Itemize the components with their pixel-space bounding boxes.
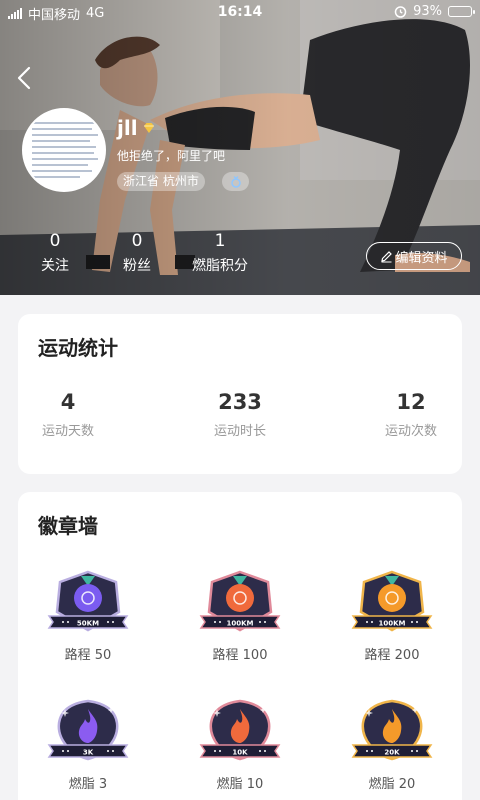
badge-distance-100[interactable]: 100KM 路程 100 xyxy=(185,568,295,663)
badge-label: 燃脂 3 xyxy=(68,777,108,792)
status-right: 93% xyxy=(394,4,475,19)
chevron-left-icon[interactable] xyxy=(12,64,40,92)
edit-profile-button[interactable]: 编辑资料 xyxy=(366,242,462,270)
badge-distance-50[interactable]: 50KM 路程 50 xyxy=(33,568,143,663)
status-bar: 中国移动 4G 16:14 93% xyxy=(0,0,480,26)
exercise-count-stat: 12 运动次数 xyxy=(356,390,466,439)
medal-badge-icon: 100KM xyxy=(351,570,433,632)
exercise-count-value: 12 xyxy=(396,390,426,414)
badge-label: 路程 200 xyxy=(364,648,420,663)
svg-text:100KM: 100KM xyxy=(226,620,253,628)
badge-label: 路程 100 xyxy=(212,648,268,663)
exercise-days-stat: 4 运动天数 xyxy=(13,390,123,439)
points-label: 燃脂积分 xyxy=(192,258,248,274)
exercise-duration-stat: 233 运动时长 xyxy=(185,390,295,439)
exercise-duration-label: 运动时长 xyxy=(213,424,266,439)
flame-badge-icon: 3K xyxy=(47,699,129,761)
svg-text:20K: 20K xyxy=(384,749,400,757)
points-stat[interactable]: 1 燃脂积分 xyxy=(187,231,253,275)
edit-profile-label: 编辑资料 xyxy=(395,250,448,266)
alarm-icon xyxy=(394,6,407,18)
points-count: 1 xyxy=(214,231,226,251)
exercise-duration-value: 233 xyxy=(218,390,262,414)
location-tag: 浙江省 杭州市 xyxy=(117,172,205,191)
medal-badge-icon: 50KM xyxy=(47,570,129,632)
diamond-icon xyxy=(143,123,154,133)
exercise-count-label: 运动次数 xyxy=(384,424,437,439)
flame-badge-icon: 10K xyxy=(199,699,281,761)
badge-distance-200[interactable]: 100KM 路程 200 xyxy=(337,568,447,663)
svg-text:100KM: 100KM xyxy=(378,620,405,628)
badge-label: 燃脂 20 xyxy=(368,777,416,792)
badge-wall-card: 徽章墙 50KM 路程 50 100KM 路程 100 100KM 路程 200… xyxy=(18,492,462,800)
following-stat[interactable]: 0 关注 xyxy=(38,231,72,275)
user-bio: 他拒绝了，阿里了吧 xyxy=(117,149,226,163)
username: jll xyxy=(117,116,138,140)
svg-text:3K: 3K xyxy=(83,749,94,757)
badge-burn-10[interactable]: 10K 燃脂 10 xyxy=(185,697,295,792)
badge-burn-20[interactable]: 20K 燃脂 20 xyxy=(337,697,447,792)
avatar-image xyxy=(32,122,100,182)
svg-text:50KM: 50KM xyxy=(77,620,99,628)
badge-label: 路程 50 xyxy=(64,648,112,663)
battery-percent: 93% xyxy=(413,4,442,19)
following-label: 关注 xyxy=(41,258,69,274)
followers-count: 0 xyxy=(131,231,143,251)
exercise-stats-card: 运动统计 4 运动天数 233 运动时长 12 运动次数 xyxy=(18,314,462,474)
followers-stat[interactable]: 0 粉丝 xyxy=(118,231,156,275)
badge-wall-title: 徽章墙 xyxy=(38,514,98,538)
exercise-stats-title: 运动统计 xyxy=(38,336,118,360)
avatar[interactable] xyxy=(22,108,106,192)
svg-text:10K: 10K xyxy=(232,749,248,757)
flame-badge-icon: 20K xyxy=(351,699,433,761)
badge-burn-3[interactable]: 3K 燃脂 3 xyxy=(33,697,143,792)
female-icon xyxy=(230,175,241,188)
badge-label: 燃脂 10 xyxy=(216,777,264,792)
pencil-icon xyxy=(381,250,393,262)
exercise-days-label: 运动天数 xyxy=(41,424,94,439)
gender-tag xyxy=(222,172,249,191)
medal-badge-icon: 100KM xyxy=(199,570,281,632)
battery-icon xyxy=(448,6,475,17)
username-row: jll xyxy=(117,116,156,140)
exercise-days-value: 4 xyxy=(60,390,76,414)
followers-label: 粉丝 xyxy=(123,258,151,274)
following-count: 0 xyxy=(49,231,61,251)
